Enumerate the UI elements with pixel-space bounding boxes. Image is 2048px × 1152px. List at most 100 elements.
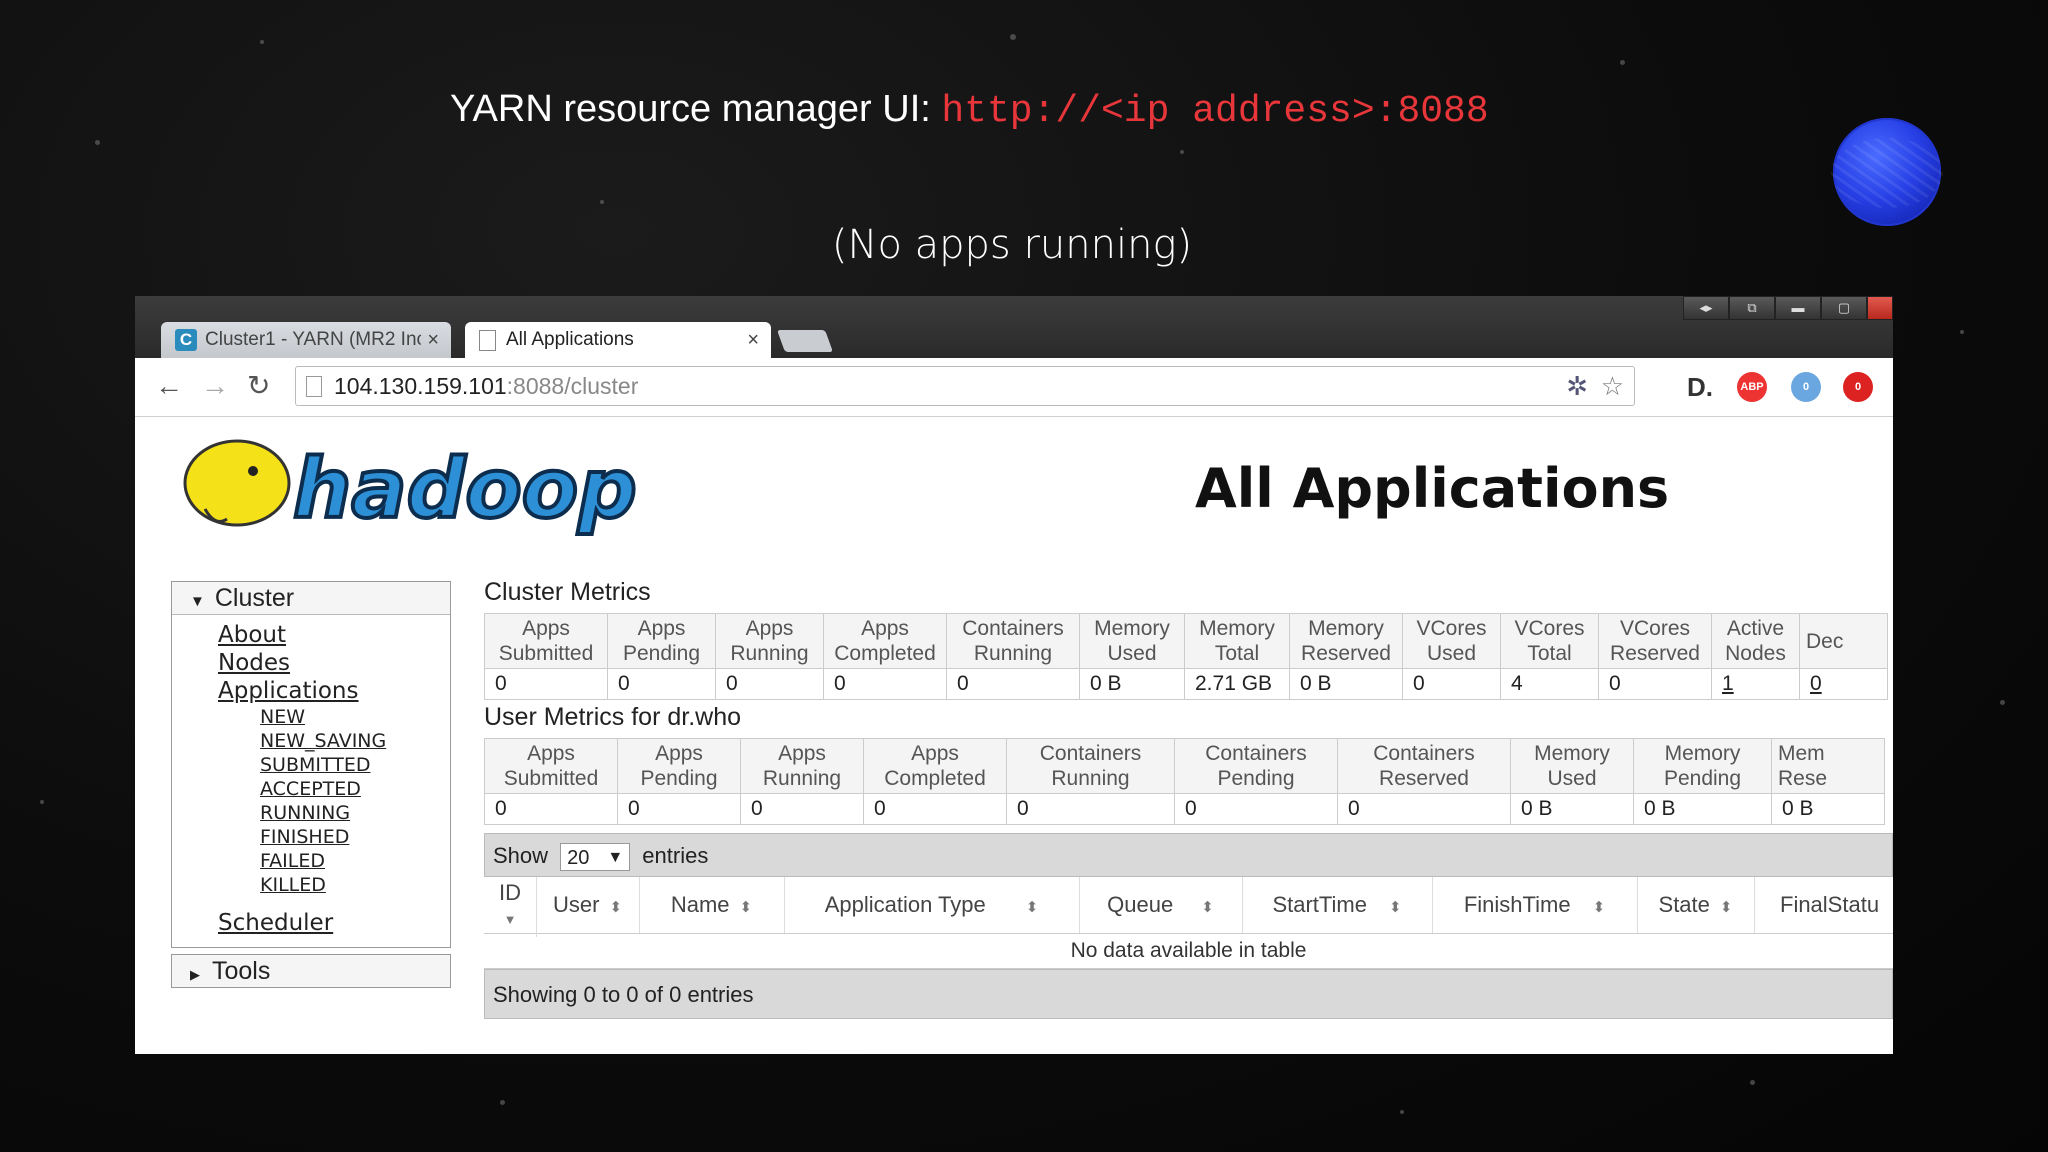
sidebar-link-nodes[interactable]: Nodes [218, 649, 450, 677]
column-header-application-type[interactable]: Application Type ⬍ [784, 877, 1080, 933]
metric-header: Memory Reserved [1289, 613, 1403, 669]
maximize-icon[interactable]: ▢ [1821, 296, 1867, 320]
applications-table-header: ID ▼ User ⬍ Name ⬍ Application Type ⬍ Queue ⬍… [484, 877, 1893, 937]
metric-value: 0 [823, 668, 947, 700]
sidebar-link-killed[interactable]: KILLED [260, 873, 450, 897]
metric-header: Apps Pending [617, 738, 741, 794]
metric-header: Containers Pending [1174, 738, 1338, 794]
close-icon[interactable]: × [427, 329, 439, 352]
entries-label: entries [642, 843, 709, 868]
background-star [1620, 60, 1625, 65]
browser-window: C Cluster1 - YARN (MR2 Inc × All Applica… [135, 296, 1893, 1054]
sidebar-link-accepted[interactable]: ACCEPTED [260, 777, 450, 801]
reload-icon[interactable]: ↻ [247, 368, 270, 404]
metric-header: Memory Total [1184, 613, 1290, 669]
metric-header: Active Nodes [1711, 613, 1800, 669]
d-extension-icon[interactable]: D. [1685, 372, 1715, 402]
page-content: hadoop All Applications ▼ Cluster About N… [147, 417, 1893, 1054]
tab-cluster[interactable]: C Cluster1 - YARN (MR2 Inc × [161, 322, 451, 358]
forward-arrow-icon[interactable]: → [201, 368, 229, 404]
table-info: Showing 0 to 0 of 0 entries [484, 969, 1893, 1019]
browser-toolbar: ← → ↻ 104.130.159.101:8088/cluster ✲ ☆ D… [135, 358, 1893, 417]
metric-value: 0 B [1633, 793, 1772, 825]
close-icon[interactable]: × [747, 329, 759, 352]
metric-header: Apps Pending [607, 613, 716, 669]
metric-value: 0 [740, 793, 864, 825]
page-size-select[interactable]: 20 ▼ [560, 843, 631, 872]
slide-subtitle: (No apps running) [831, 222, 1193, 268]
user-metrics-title: User Metrics for dr.who [484, 703, 742, 731]
metric-header: Apps Running [740, 738, 864, 794]
sort-icon: ⬍ [1388, 899, 1402, 916]
background-star [40, 800, 44, 804]
metric-header: Memory Used [1510, 738, 1634, 794]
adblock-icon[interactable]: ABP [1737, 372, 1767, 402]
metric-value: 0 B [1289, 668, 1403, 700]
show-label: Show [493, 843, 549, 868]
column-header-user[interactable]: User ⬍ [536, 877, 640, 933]
sidebar-link-new-saving[interactable]: NEW_SAVING [260, 729, 450, 753]
blocker-icon[interactable]: 0 [1843, 372, 1873, 402]
metric-header: Apps Completed [823, 613, 947, 669]
cluster-metrics-table: Apps Submitted Apps Pending Apps Running Ap… [484, 613, 1888, 700]
sidebar-link-scheduler[interactable]: Scheduler [218, 909, 450, 937]
url-host: 104.130.159.101 [334, 373, 507, 399]
minimize-icon[interactable]: ▬ [1775, 296, 1821, 320]
column-header-finishtime[interactable]: FinishTime ⬍ [1432, 877, 1638, 933]
resize-icon[interactable]: ◂▸ [1683, 296, 1729, 320]
url-text[interactable]: 104.130.159.101:8088/cluster [334, 373, 638, 400]
metric-header: Memory Used [1079, 613, 1185, 669]
metric-header: Containers Reserved [1337, 738, 1511, 794]
metric-value: 0 [946, 668, 1080, 700]
user-metrics-value-row: 0 0 0 0 0 0 0 0 B 0 B 0 B [484, 793, 1885, 825]
column-header-starttime[interactable]: StartTime ⬍ [1242, 877, 1433, 933]
slide-title-url: http://<ip address>:8088 [941, 90, 1489, 133]
sidebar-link-applications[interactable]: Applications [218, 677, 450, 705]
column-header-finalstatus[interactable]: FinalStatu [1754, 877, 1893, 933]
window-close-icon[interactable] [1867, 296, 1893, 320]
column-header-id[interactable]: ID ▼ [484, 877, 537, 937]
decommissioned-nodes-link[interactable]: 0 [1799, 668, 1888, 700]
c-favicon-icon: C [175, 329, 197, 351]
background-star [1960, 330, 1964, 334]
hadoop-logo-text: hadoop [293, 442, 637, 537]
extension-bug-icon[interactable]: ✲ [1566, 371, 1588, 402]
cluster-metrics-header-row: Apps Submitted Apps Pending Apps Running Ap… [484, 613, 1888, 669]
bookmark-star-icon[interactable]: ☆ [1601, 371, 1624, 402]
background-star [95, 140, 100, 145]
metric-value: 0 [863, 793, 1007, 825]
sidebar-link-failed[interactable]: FAILED [260, 849, 450, 873]
sidebar-cluster-header[interactable]: ▼ Cluster [172, 582, 450, 615]
slide-title: YARN resource manager UI: http://<ip add… [450, 88, 1489, 133]
metric-header: Apps Completed [863, 738, 1007, 794]
ghostery-icon[interactable]: 0 [1791, 372, 1821, 402]
dropdown-arrow-icon: ▼ [607, 849, 624, 867]
metric-value: 0 [607, 668, 716, 700]
column-header-queue[interactable]: Queue ⬍ [1079, 877, 1243, 933]
sidebar-cluster-section: ▼ Cluster About Nodes Applications NEW NE… [171, 581, 451, 948]
sidebar-link-about[interactable]: About [218, 621, 450, 649]
metric-value: 0 [1402, 668, 1501, 700]
chevron-down-icon: ▼ [190, 593, 205, 610]
sort-down-icon: ▼ [503, 912, 517, 927]
restore-icon[interactable]: ⧉ [1729, 296, 1775, 320]
column-header-state[interactable]: State ⬍ [1637, 877, 1755, 933]
sidebar-tools-label: Tools [212, 957, 271, 985]
sidebar-link-finished[interactable]: FINISHED [260, 825, 450, 849]
sidebar-link-submitted[interactable]: SUBMITTED [260, 753, 450, 777]
active-nodes-link[interactable]: 1 [1711, 668, 1800, 700]
sort-icon: ⬍ [1592, 899, 1606, 916]
column-header-name[interactable]: Name ⬍ [639, 877, 785, 933]
metric-value: 0 [715, 668, 824, 700]
back-arrow-icon[interactable]: ← [155, 368, 183, 404]
sidebar-tools-header[interactable]: ▶ Tools [172, 955, 450, 987]
address-bar[interactable]: 104.130.159.101:8088/cluster ✲ ☆ [295, 366, 1635, 406]
new-tab-button[interactable] [776, 330, 834, 352]
sidebar-link-running[interactable]: RUNNING [260, 801, 450, 825]
user-metrics-table: Apps Submitted Apps Pending Apps Running Ap… [484, 738, 1885, 825]
chevron-right-icon: ▶ [190, 967, 200, 982]
cluster-metrics-wrapper: Apps Submitted Apps Pending Apps Running Ap… [484, 613, 1893, 700]
metric-value: 4 [1500, 668, 1599, 700]
tab-all-applications[interactable]: All Applications × [465, 322, 771, 358]
sidebar-link-new[interactable]: NEW [260, 705, 450, 729]
